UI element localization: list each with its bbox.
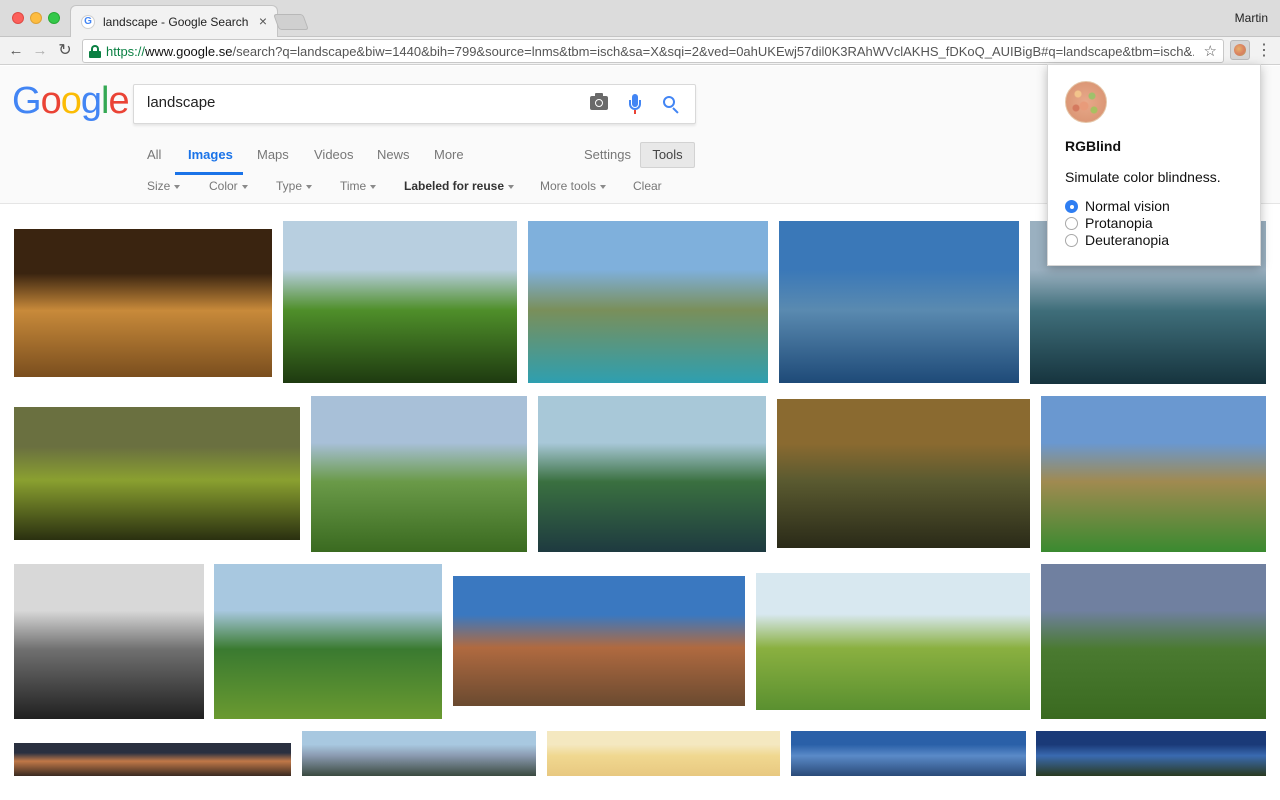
image-result[interactable]	[14, 407, 300, 540]
tool-label: Color	[209, 179, 238, 193]
popup-description: Simulate color blindness.	[1065, 169, 1221, 185]
radio-label: Deuteranopia	[1085, 232, 1170, 248]
caret-down-icon	[508, 184, 515, 189]
image-result[interactable]	[1036, 731, 1266, 776]
tool-size-dropdown[interactable]: Size	[147, 179, 181, 193]
forward-arrow-icon[interactable]: →	[29, 40, 51, 62]
image-result[interactable]	[538, 396, 766, 552]
image-result[interactable]	[756, 573, 1030, 710]
close-window-button[interactable]	[12, 12, 24, 24]
logo-letter: e	[108, 80, 129, 122]
radio-label: Protanopia	[1085, 215, 1153, 231]
logo-letter: l	[100, 80, 110, 122]
search-box	[133, 84, 696, 124]
caret-down-icon	[306, 184, 313, 189]
image-result[interactable]	[547, 731, 780, 776]
image-result[interactable]	[14, 564, 204, 719]
google-logo[interactable]: Google	[12, 80, 130, 123]
google-favicon-icon: G	[81, 15, 95, 29]
radio-button[interactable]	[1065, 217, 1078, 230]
lock-icon[interactable]	[89, 45, 101, 58]
tool-label: Labeled for reuse	[404, 179, 505, 193]
settings-link[interactable]: Settings	[584, 147, 631, 162]
tab-close-icon[interactable]: ×	[259, 13, 267, 29]
search-input[interactable]	[147, 94, 567, 111]
logo-letter: o	[60, 80, 82, 122]
back-arrow-icon[interactable]: ←	[5, 40, 27, 62]
image-result[interactable]	[14, 743, 291, 776]
caret-down-icon	[370, 184, 377, 189]
browser-tab-active[interactable]: G landscape - Google Search ×	[70, 5, 278, 38]
image-result[interactable]	[283, 221, 517, 383]
rgblind-popup: RGBlind Simulate color blindness. Normal…	[1047, 64, 1261, 266]
url-scheme: https://	[106, 44, 146, 59]
microphone-icon[interactable]	[629, 94, 641, 116]
tool-color-dropdown[interactable]: Color	[209, 179, 248, 193]
rgblind-extension-icon[interactable]	[1230, 40, 1250, 60]
logo-letter: G	[12, 80, 42, 122]
tab-maps[interactable]: Maps	[257, 147, 289, 162]
active-tab-underline	[175, 172, 243, 175]
image-result[interactable]	[777, 399, 1030, 548]
tool-more-tools-dropdown[interactable]: More tools	[540, 179, 607, 193]
image-result[interactable]	[14, 229, 272, 377]
browser-menu-icon[interactable]: ⋮	[1256, 41, 1272, 61]
tool-labeled-for-reuse-dropdown[interactable]: Labeled for reuse	[404, 179, 515, 193]
tool-type-dropdown[interactable]: Type	[276, 179, 313, 193]
radio-label: Normal vision	[1085, 198, 1170, 214]
popup-title: RGBlind	[1065, 138, 1121, 154]
caret-down-icon	[600, 184, 607, 189]
browser-toolbar: ← → ↻ https://www.google.se/search?q=lan…	[0, 37, 1280, 65]
tool-label: More tools	[540, 179, 597, 193]
tab-news[interactable]: News	[377, 147, 410, 162]
url-path: /search?q=landscape&biw=1440&bih=799&sou…	[232, 44, 1194, 59]
camera-icon[interactable]	[590, 93, 608, 110]
image-result[interactable]	[779, 221, 1019, 383]
caret-down-icon	[174, 184, 181, 189]
bookmark-star-icon[interactable]: ☆	[1204, 42, 1217, 60]
profile-name[interactable]: Martin	[1235, 11, 1268, 25]
image-result[interactable]	[311, 396, 527, 552]
image-result[interactable]	[1041, 396, 1266, 552]
window-titlebar: G landscape - Google Search × Martin	[0, 0, 1280, 38]
rgblind-logo-icon	[1065, 81, 1107, 123]
tools-button[interactable]: Tools	[640, 142, 695, 168]
tab-videos[interactable]: Videos	[314, 147, 354, 162]
radio-button[interactable]	[1065, 200, 1078, 213]
image-result[interactable]	[453, 576, 745, 706]
image-result[interactable]	[791, 731, 1026, 776]
minimize-window-button[interactable]	[30, 12, 42, 24]
tool-label: Size	[147, 179, 171, 193]
tool-time-dropdown[interactable]: Time	[340, 179, 377, 193]
logo-letter: o	[40, 80, 62, 122]
logo-letter: g	[80, 80, 102, 122]
image-result[interactable]	[1041, 564, 1266, 719]
address-bar[interactable]: https://www.google.se/search?q=landscape…	[82, 39, 1224, 63]
image-result[interactable]	[302, 731, 536, 776]
caret-down-icon	[241, 184, 248, 189]
reload-icon[interactable]: ↻	[54, 40, 76, 62]
url-text[interactable]: https://www.google.se/search?q=landscape…	[106, 44, 1194, 59]
tool-label: Time	[340, 179, 367, 193]
tab-more[interactable]: More	[434, 147, 464, 162]
search-icon[interactable]	[663, 96, 681, 114]
maximize-window-button[interactable]	[48, 12, 60, 24]
tab-all[interactable]: All	[147, 147, 161, 162]
tool-label: Type	[276, 179, 303, 193]
image-result[interactable]	[214, 564, 442, 719]
radio-button[interactable]	[1065, 234, 1078, 247]
tab-images[interactable]: Images	[188, 147, 233, 162]
image-result[interactable]	[528, 221, 768, 383]
url-host: www.google.se	[145, 44, 233, 59]
tab-title: landscape - Google Search	[103, 15, 249, 29]
clear-tools-link[interactable]: Clear	[633, 179, 662, 193]
new-tab-button[interactable]	[273, 14, 309, 30]
